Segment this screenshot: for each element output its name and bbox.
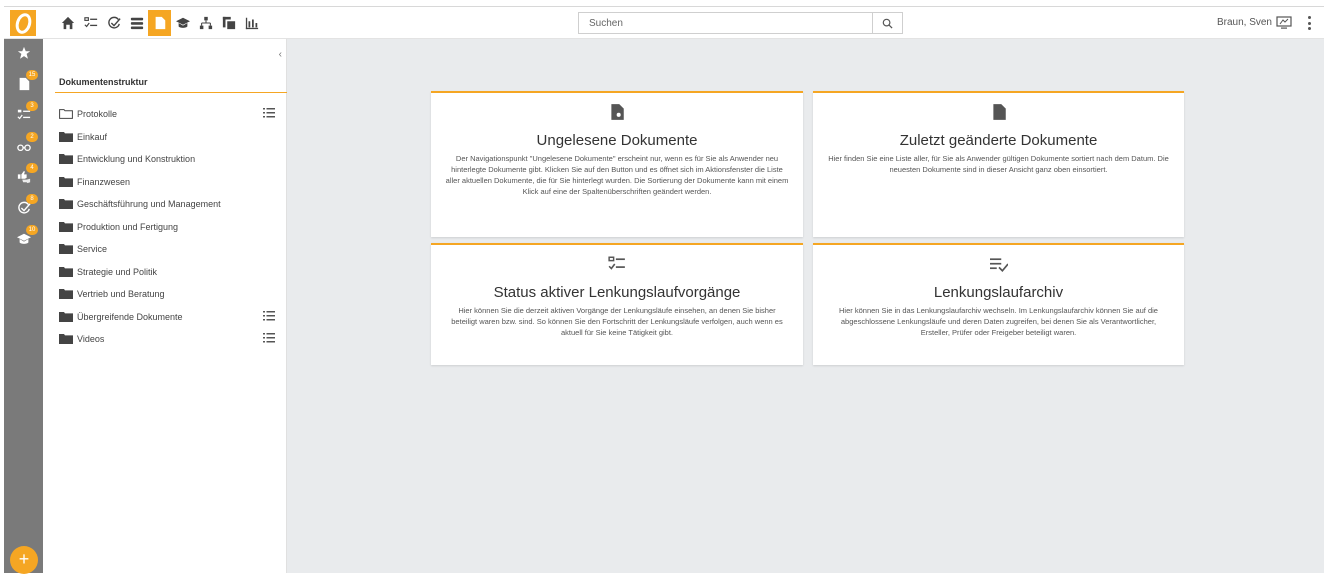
badge-count: 10 [26, 225, 38, 235]
folder-item[interactable]: Entwicklung und Konstruktion [59, 148, 279, 171]
org-chart-icon[interactable] [194, 10, 217, 36]
folder-icon [59, 244, 73, 255]
folder-icon [59, 334, 73, 345]
rail-tasks[interactable]: 3 [4, 101, 43, 127]
folder-item[interactable]: Übergreifende Dokumente [59, 306, 279, 329]
document-icon [992, 104, 1006, 120]
folder-item[interactable]: Strategie und Politik [59, 261, 279, 284]
search-button[interactable] [872, 13, 902, 33]
card-title: Zuletzt geänderte Dokumente [899, 132, 1098, 149]
folder-item[interactable]: Produktion und Fertigung [59, 216, 279, 239]
folder-label: Protokolle [77, 109, 118, 120]
card-active-workflows[interactable]: Status aktiver Lenkungslaufvorgänge Hier… [431, 243, 803, 365]
card-unread-documents[interactable]: Ungelesene Dokumente Der Navigationspunk… [431, 91, 803, 237]
search-input[interactable] [579, 13, 872, 33]
folder-item[interactable]: Service [59, 238, 279, 261]
card-description: Der Navigationspunkt "Ungelesene Dokumen… [445, 154, 789, 196]
folder-item[interactable]: Vertrieb und Beratung [59, 283, 279, 306]
card-title: Status aktiver Lenkungslaufvorgänge [493, 284, 741, 301]
graduation-icon[interactable] [171, 10, 194, 36]
main-content: Ungelesene Dokumente Der Navigationspunk… [287, 39, 1324, 573]
badge-count: 4 [26, 163, 38, 173]
folder-label: Einkauf [77, 131, 108, 142]
folder-icon [59, 289, 73, 300]
list-icon[interactable] [263, 333, 275, 343]
badge-count: 8 [26, 194, 38, 204]
panel-title: Dokumentenstruktur [59, 77, 148, 87]
folder-item[interactable]: Geschäftsführung und Management [59, 193, 279, 216]
user-name[interactable]: Braun, Sven [1217, 17, 1272, 28]
monitor-icon[interactable] [1276, 16, 1292, 30]
folder-label: Übergreifende Dokumente [77, 311, 183, 322]
badge-count: 2 [26, 132, 38, 142]
folder-icon [59, 131, 73, 142]
search-icon [882, 18, 893, 29]
folder-icon [59, 154, 73, 165]
app-window: Braun, Sven 15 3 2 4 8 10 [4, 6, 1324, 574]
folder-label: Videos [77, 334, 105, 345]
rail-approvals[interactable]: 8 [4, 194, 43, 220]
approval-icon[interactable] [102, 10, 125, 36]
add-button[interactable]: + [10, 546, 38, 574]
folder-icon [59, 221, 73, 232]
checklist-icon [608, 256, 625, 270]
app-logo[interactable] [10, 10, 36, 36]
folder-item[interactable]: Protokolle [59, 103, 279, 126]
rail-votes[interactable]: 4 [4, 163, 43, 189]
folder-item[interactable]: Einkauf [59, 126, 279, 149]
top-bar: Braun, Sven [4, 7, 1324, 39]
folder-label: Vertrieb und Beratung [77, 289, 165, 300]
copy-icon[interactable] [217, 10, 240, 36]
card-title: Lenkungslaufarchiv [933, 284, 1064, 301]
folder-item[interactable]: Finanzwesen [59, 171, 279, 194]
card-recent-documents[interactable]: Zuletzt geänderte Dokumente Hier finden … [813, 91, 1184, 237]
rail-review[interactable]: 2 [4, 132, 43, 158]
star-icon [17, 46, 30, 59]
folder-label: Entwicklung und Konstruktion [77, 154, 196, 165]
rail-favorites[interactable] [4, 41, 43, 65]
folder-label: Geschäftsführung und Management [77, 199, 221, 210]
document-tree-panel: ‹ Dokumentenstruktur Protokolle Einkauf En… [43, 39, 287, 573]
divider [55, 92, 287, 93]
search-bar [578, 12, 903, 34]
main-nav [56, 10, 263, 36]
folder-tree: Protokolle Einkauf Entwicklung und Konstru… [59, 103, 279, 351]
folder-icon [59, 199, 73, 210]
bar-chart-icon[interactable] [240, 10, 263, 36]
folder-icon [59, 176, 73, 187]
unread-document-icon [611, 104, 624, 120]
rail-documents[interactable]: 15 [4, 70, 43, 96]
folder-icon [59, 311, 73, 322]
card-title: Ungelesene Dokumente [536, 132, 698, 149]
card-description: Hier können Sie in das Lenkungslaufarchi… [839, 306, 1158, 337]
folder-item[interactable]: Videos [59, 328, 279, 351]
list-icon[interactable] [263, 108, 275, 118]
list-check-icon [989, 258, 1009, 272]
list-icon[interactable] [263, 310, 275, 321]
menu-icon[interactable] [125, 10, 148, 36]
folder-label: Produktion und Fertigung [77, 221, 179, 232]
folder-label: Finanzwesen [77, 176, 131, 187]
card-workflow-archive[interactable]: Lenkungslaufarchiv Hier können Sie in da… [813, 243, 1184, 365]
folder-label: Service [77, 244, 108, 255]
badge-count: 15 [26, 70, 38, 80]
document-icon[interactable] [148, 10, 171, 36]
checklist-icon[interactable] [79, 10, 102, 36]
home-icon[interactable] [56, 10, 79, 36]
rail-training[interactable]: 10 [4, 225, 43, 251]
card-description: Hier finden Sie eine Liste aller, für Si… [828, 154, 1169, 174]
quick-access-rail: 15 3 2 4 8 10 + [4, 39, 43, 574]
collapse-panel-icon[interactable]: ‹ [279, 49, 282, 60]
card-description: Hier können Sie die derzeit aktiven Vorg… [451, 306, 783, 337]
badge-count: 3 [26, 101, 38, 111]
folder-icon [59, 266, 73, 277]
kebab-menu-icon[interactable] [1306, 16, 1312, 30]
folder-open-icon [59, 109, 73, 120]
folder-label: Strategie und Politik [77, 266, 158, 277]
